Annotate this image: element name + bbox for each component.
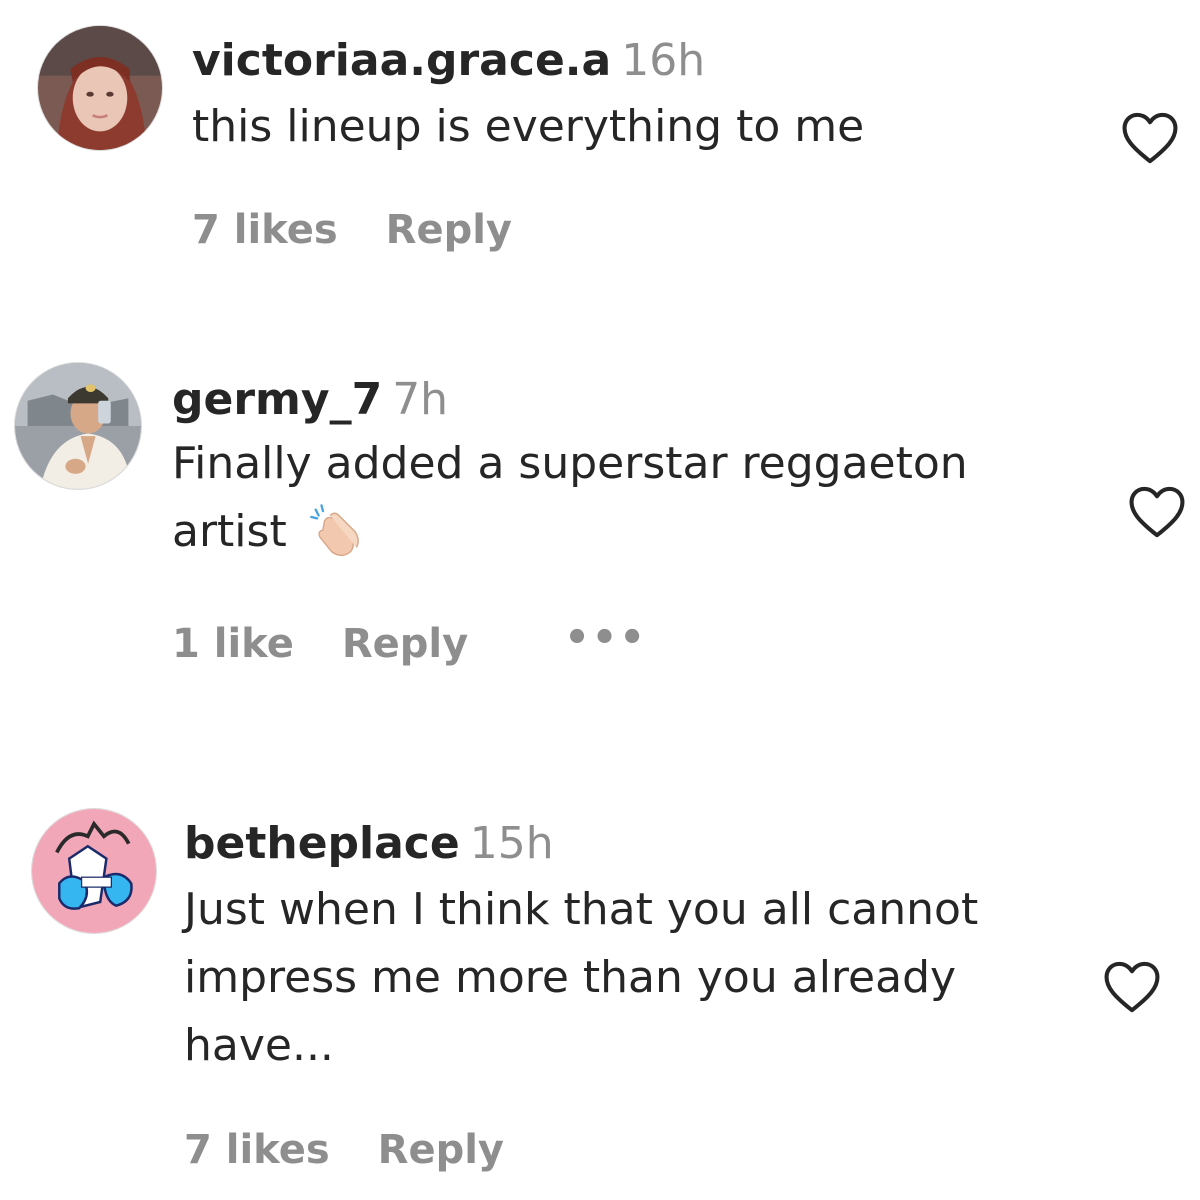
comment-actions: 7 likes Reply (192, 206, 512, 254)
comment-text: Finally added a superstar reggaeton arti… (172, 430, 968, 566)
comment-body: victoriaa.grace.a 16h this lineup is ever… (192, 33, 864, 161)
like-heart-icon[interactable] (1119, 109, 1181, 165)
comment-body: germy_7 7h Finally added a superstar regg… (172, 372, 968, 566)
comment-item: betheplace 15h Just when I think that you… (0, 795, 1200, 1200)
comment-text-line: artist (172, 498, 968, 566)
comment-actions: 7 likes Reply (184, 1126, 504, 1174)
avatar[interactable] (37, 25, 163, 151)
username[interactable]: betheplace (184, 818, 460, 869)
comment-text: this lineup is everything to me (192, 93, 864, 161)
username[interactable]: victoriaa.grace.a (192, 35, 611, 86)
comment-text-line: this lineup is everything to me (192, 101, 865, 152)
comment-actions: 1 like Reply ••• (172, 615, 647, 668)
likes-count[interactable]: 7 likes (184, 1126, 330, 1174)
comment-text-line: impress me more than you already (184, 952, 957, 1003)
like-heart-icon[interactable] (1101, 958, 1163, 1014)
comment-header: betheplace 15h (184, 816, 978, 872)
reply-button[interactable]: Reply (378, 1126, 504, 1174)
comment-text-line-part: artist (172, 506, 287, 557)
likes-count[interactable]: 1 like (172, 620, 294, 668)
like-heart-icon[interactable] (1126, 483, 1188, 539)
timestamp[interactable]: 16h (621, 35, 705, 86)
username[interactable]: germy_7 (172, 374, 382, 425)
comment-header: germy_7 7h (172, 372, 968, 428)
reply-button[interactable]: Reply (342, 620, 468, 668)
clapping-hands-icon (307, 501, 365, 559)
more-options-icon[interactable]: ••• (564, 614, 647, 662)
timestamp[interactable]: 7h (392, 374, 448, 425)
comment-text-line: Finally added a superstar reggaeton (172, 438, 968, 489)
timestamp[interactable]: 15h (470, 818, 554, 869)
comment-body: betheplace 15h Just when I think that you… (184, 816, 978, 1080)
comment-text-line: have... (184, 1020, 334, 1071)
comment-text-line: Just when I think that you all cannot (184, 884, 979, 935)
comment-text: Just when I think that you all cannot im… (184, 876, 978, 1080)
comment-item: germy_7 7h Finally added a superstar regg… (0, 340, 1200, 740)
avatar[interactable] (14, 362, 142, 490)
comment-item: victoriaa.grace.a 16h this lineup is ever… (0, 0, 1200, 300)
likes-count[interactable]: 7 likes (192, 206, 338, 254)
avatar[interactable] (31, 808, 157, 934)
comment-header: victoriaa.grace.a 16h (192, 33, 864, 89)
reply-button[interactable]: Reply (386, 206, 512, 254)
